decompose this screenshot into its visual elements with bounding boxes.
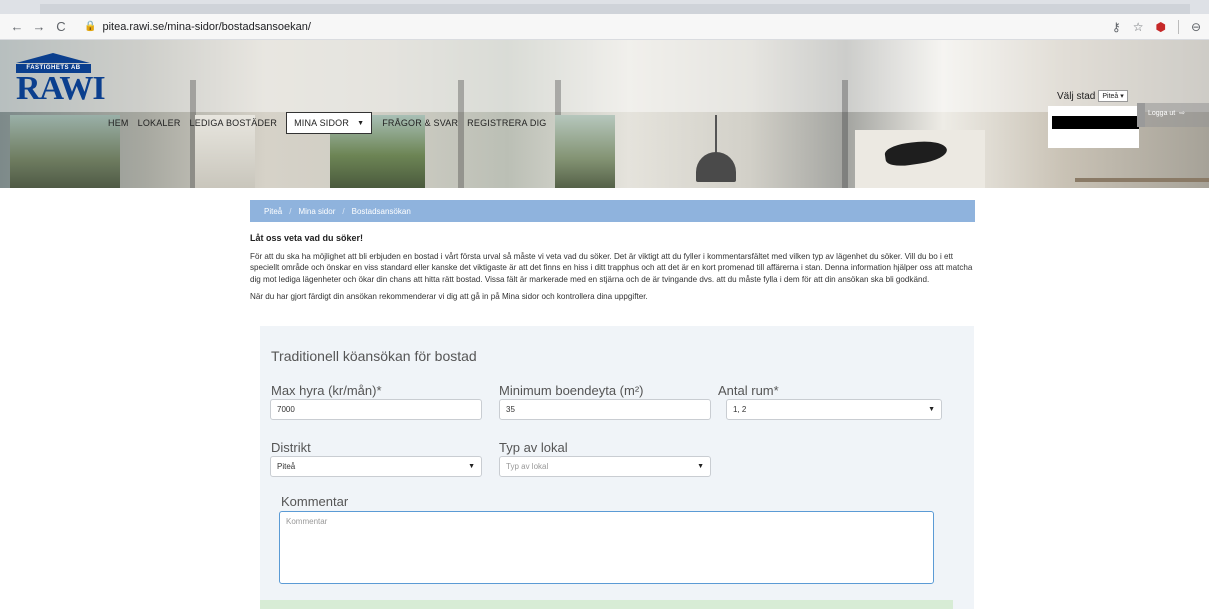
application-form: Traditionell köansökan för bostad Max hy…	[260, 326, 974, 609]
logo-wordmark: RAWI	[16, 70, 106, 107]
district-select[interactable]: Piteå ▼	[270, 456, 482, 477]
pendant-lamp	[696, 152, 736, 182]
city-select[interactable]: Piteå ▾	[1098, 90, 1128, 102]
district-label: Distrikt	[271, 440, 311, 455]
caret-down-icon: ▼	[357, 119, 365, 127]
nav-register[interactable]: REGISTRERA DIG	[467, 118, 546, 128]
nav-my-pages-dropdown[interactable]: MINA SIDOR ▼	[286, 112, 373, 134]
nav-available-housing[interactable]: LEDIGA BOSTÄDER	[190, 118, 278, 128]
user-name-box	[1048, 106, 1139, 148]
header-overlay	[0, 40, 1209, 112]
breadcrumb-item[interactable]: Mina sidor	[298, 207, 335, 216]
account-icon[interactable]: ⊖	[1191, 20, 1201, 34]
wall-art	[855, 130, 985, 188]
form-section-strip	[260, 600, 953, 609]
key-icon[interactable]: ⚷	[1112, 20, 1121, 34]
main-content: Piteå / Mina sidor / Bostadsansökan Låt …	[250, 200, 975, 301]
logout-button[interactable]: Logga ut ⇨	[1148, 109, 1186, 118]
comment-textarea[interactable]: Kommentar	[279, 511, 934, 584]
min-area-label: Minimum boendeyta (m²)	[499, 383, 644, 398]
nav-premises[interactable]: LOKALER	[138, 118, 181, 128]
intro-paragraph: För att du ska ha möjlighet att bli erbj…	[250, 252, 973, 284]
window-frame	[458, 80, 464, 188]
comment-label: Kommentar	[281, 494, 349, 509]
nav-faq[interactable]: FRÅGOR & SVAR	[382, 118, 458, 128]
back-arrow-icon[interactable]: ←	[8, 18, 26, 36]
kitchen-shelf	[1075, 178, 1209, 182]
rooms-label: Antal rum*	[718, 383, 779, 398]
premise-type-select[interactable]: Typ av lokal ▼	[499, 456, 711, 477]
browser-tabstrip	[0, 0, 1209, 14]
browser-toolbar: ← → C 🔒 pitea.rawi.se/mina-sidor/bostads…	[0, 14, 1209, 40]
intro-heading: Låt oss veta vad du söker!	[250, 233, 364, 243]
reload-icon[interactable]: C	[52, 18, 70, 36]
intro-note: När du har gjort färdigt din ansökan rek…	[250, 291, 648, 301]
ink-stroke	[883, 137, 949, 169]
nav-home[interactable]: HEM	[108, 118, 129, 128]
lock-icon: 🔒	[84, 21, 97, 32]
breadcrumb-item-current: Bostadsansökan	[351, 206, 411, 216]
breadcrumb: Piteå / Mina sidor / Bostadsansökan	[250, 200, 975, 222]
strip-handle	[1137, 103, 1145, 127]
select-arrow-icon: ▼	[468, 463, 475, 470]
breadcrumb-separator: /	[289, 206, 292, 216]
city-label: Välj stad	[1057, 90, 1096, 102]
logout-icon: ⇨	[1179, 110, 1186, 117]
logout-label: Logga ut	[1148, 109, 1176, 117]
rooms-select[interactable]: 1, 2 ▼	[726, 399, 942, 420]
city-picker: Välj stad Piteå ▾	[1057, 90, 1128, 102]
address-bar[interactable]: 🔒 pitea.rawi.se/mina-sidor/bostadsansoek…	[84, 21, 311, 33]
url-text: pitea.rawi.se/mina-sidor/bostadsansoekan…	[102, 20, 311, 33]
nav-my-pages-label: MINA SIDOR	[294, 118, 350, 128]
main-nav: HEM LOKALER LEDIGA BOSTÄDER MINA SIDOR ▼…	[108, 112, 556, 134]
max-rent-label: Max hyra (kr/mån)*	[271, 383, 382, 398]
district-value: Piteå	[277, 462, 296, 471]
premise-type-placeholder: Typ av lokal	[506, 462, 549, 471]
toolbar-divider	[1177, 19, 1179, 34]
form-title: Traditionell köansökan för bostad	[271, 348, 477, 364]
rawi-logo[interactable]: FASTIGHETS AB RAWI	[16, 53, 106, 107]
premise-type-label: Typ av lokal	[499, 440, 568, 455]
window-frame	[842, 80, 848, 188]
select-arrow-icon: ▼	[928, 406, 935, 413]
select-arrow-icon: ▼	[697, 463, 704, 470]
bookmark-star-icon[interactable]: ☆	[1133, 20, 1144, 34]
hero-banner: FASTIGHETS AB RAWI HEM LOKALER LEDIGA BO…	[0, 40, 1209, 188]
redacted-username	[1052, 116, 1139, 129]
breadcrumb-item[interactable]: Piteå	[264, 207, 282, 216]
hero-window	[555, 115, 615, 188]
logo-roof-icon	[16, 53, 90, 63]
hero-window	[10, 115, 120, 188]
forward-arrow-icon[interactable]: →	[30, 18, 48, 36]
min-area-input[interactable]: 35	[499, 399, 711, 420]
tab-area	[40, 4, 1190, 14]
lamp-cord	[715, 115, 717, 153]
rooms-value: 1, 2	[733, 405, 747, 414]
breadcrumb-separator: /	[342, 206, 345, 216]
extension-icon[interactable]: ⬢	[1155, 20, 1165, 34]
max-rent-input[interactable]: 7000	[270, 399, 482, 420]
